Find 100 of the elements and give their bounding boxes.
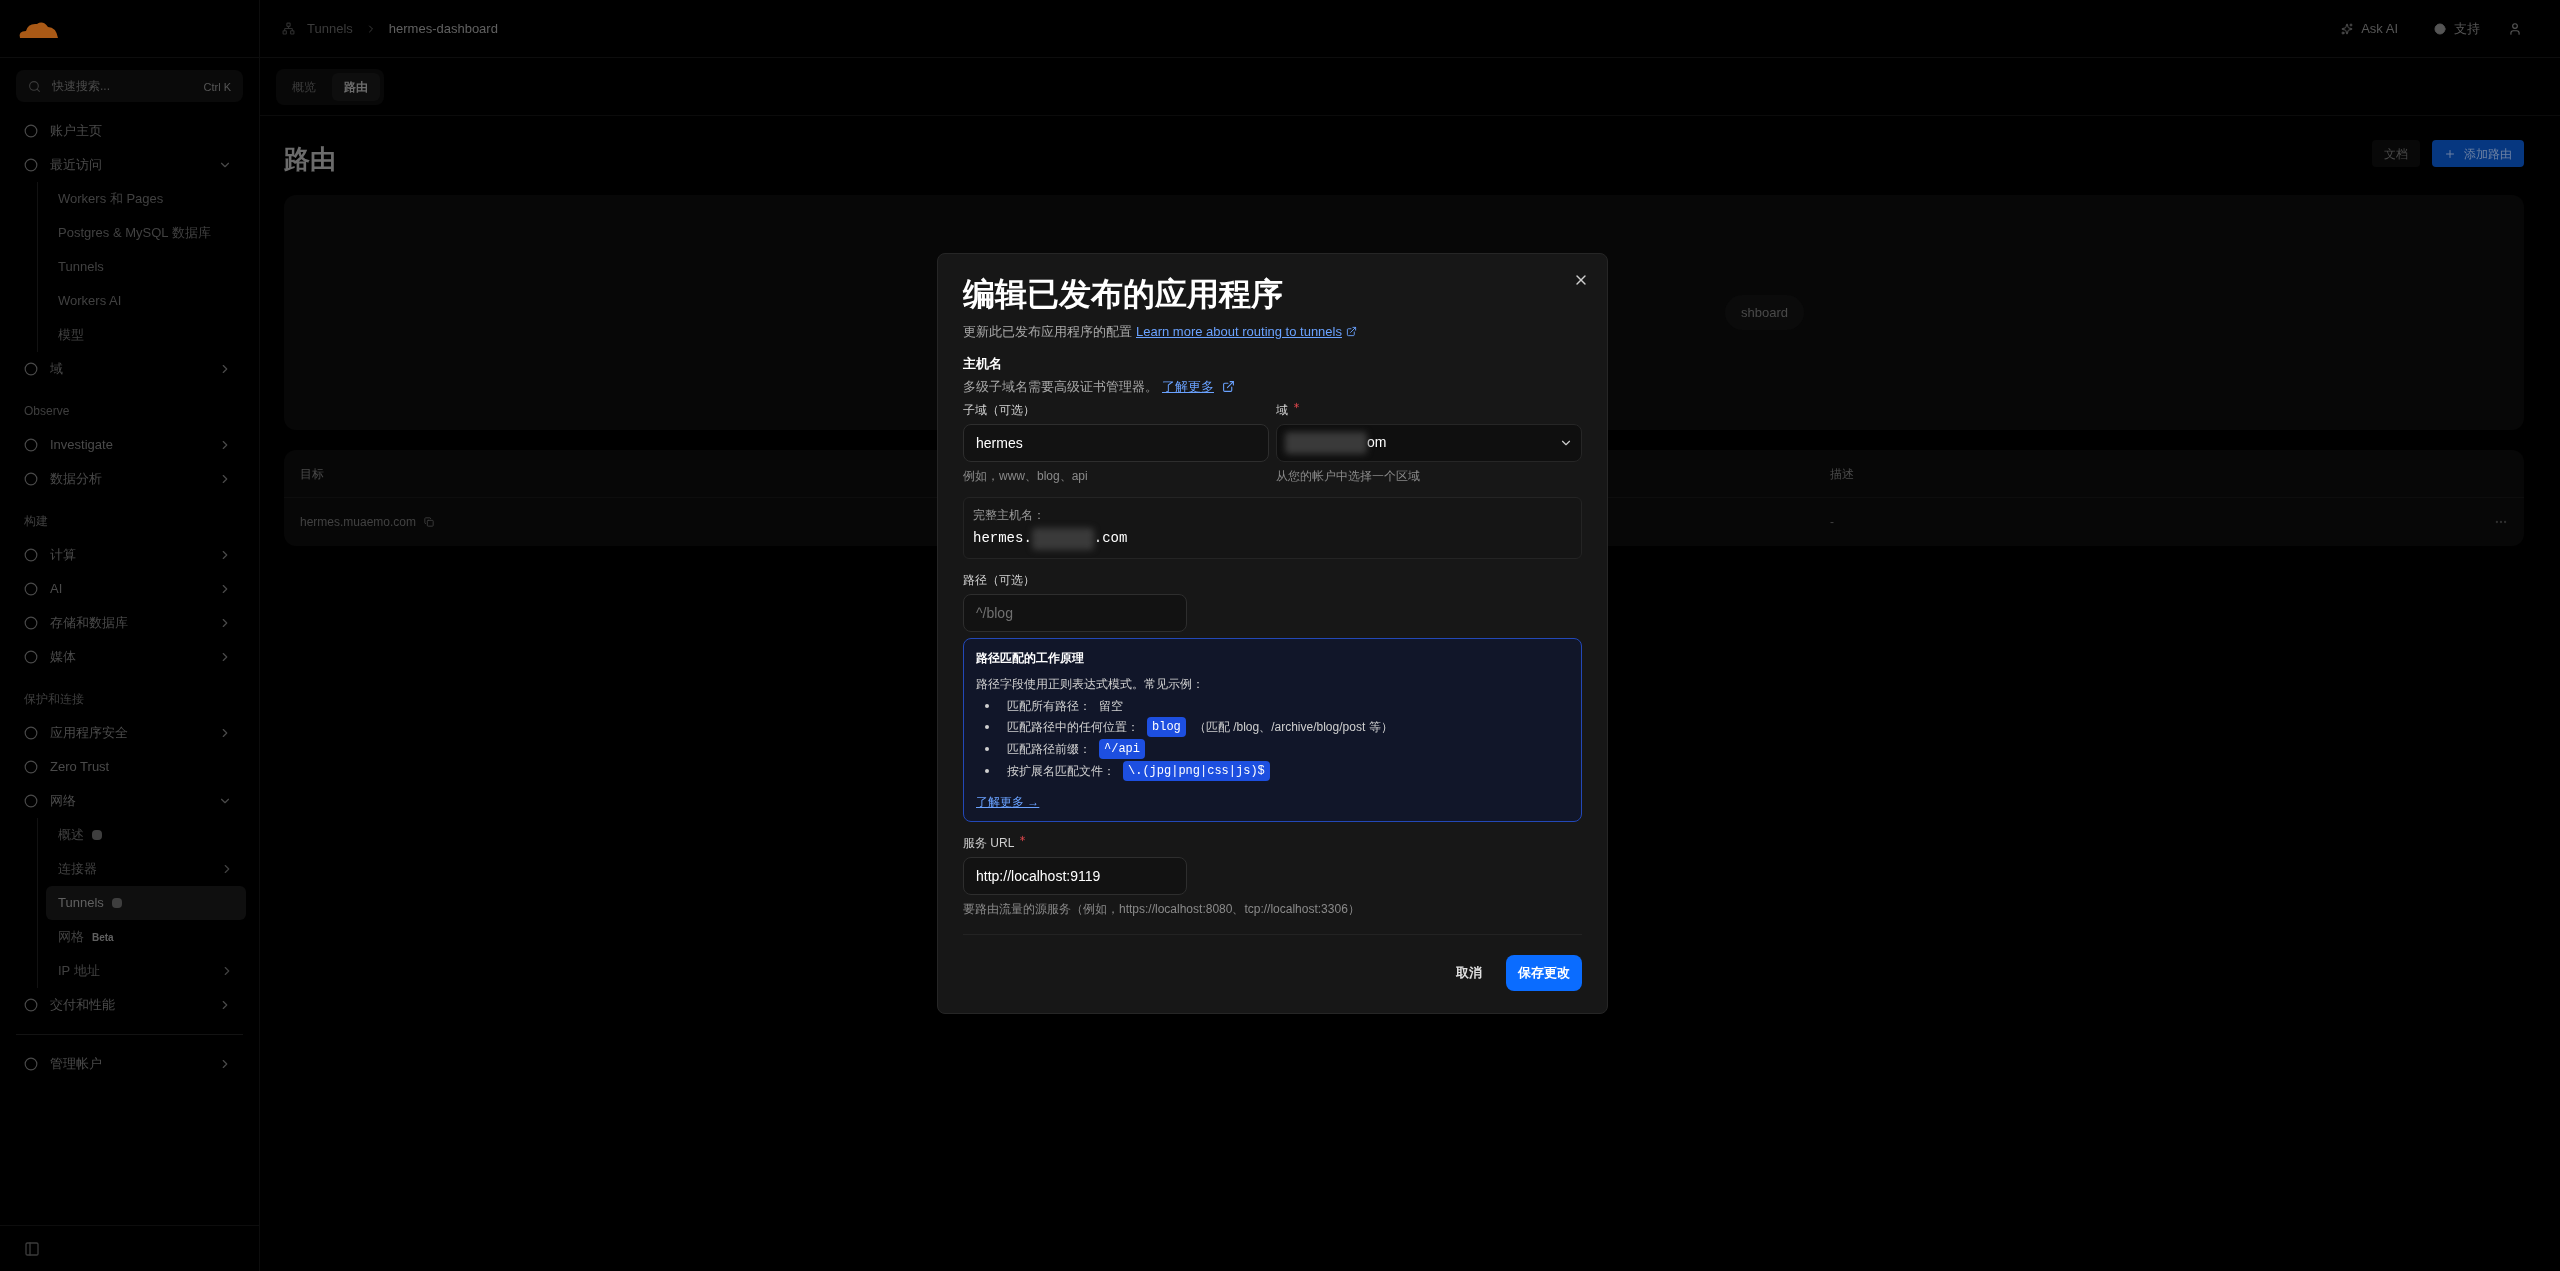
field-label: 路径（可选） — [963, 571, 1035, 589]
column-header: 描述 — [1830, 465, 1854, 483]
sidebar-subitem[interactable]: Tunnels — [46, 886, 246, 920]
cancel-button[interactable]: 取消 — [1448, 954, 1490, 991]
column-header: 目标 — [300, 466, 324, 481]
full-hostname-label: 完整主机名： — [973, 506, 1045, 524]
field-hint: 从您的帐户中选择一个区域 — [1276, 467, 1420, 485]
section-label: Observe — [23, 403, 71, 420]
info-item: 按扩展名匹配文件： — [1007, 762, 1115, 780]
service-url-field[interactable]: http://localhost:9119 — [963, 856, 1187, 895]
sidebar-item[interactable]: 域 — [12, 352, 244, 386]
hostname-note: 多级子域名需要高级证书管理器。 — [963, 378, 1158, 396]
bullet-icon — [985, 703, 989, 708]
sidebar-subitem[interactable]: Workers AI — [46, 284, 246, 318]
nav-icon — [24, 794, 38, 808]
sidebar-subitem[interactable]: 连接器 — [46, 852, 246, 886]
sidebar-subitem[interactable]: Postgres & MySQL 数据库 — [46, 216, 246, 250]
dialog-subtitle: 更新此已发布应用程序的配置 — [963, 323, 1132, 341]
sidebar-subitem[interactable]: 网格 Beta — [46, 920, 246, 954]
bullet-icon — [985, 724, 989, 729]
sidebar-item[interactable]: 最近访问 — [12, 148, 244, 182]
sidebar-item[interactable]: 数据分析 — [12, 462, 244, 496]
info-item-note: 留空 — [1099, 697, 1123, 715]
sidebar-item[interactable]: 网络 — [12, 784, 244, 818]
external-link-icon — [1222, 380, 1235, 394]
sidebar-item[interactable]: 应用程序安全 — [12, 716, 244, 750]
field-hint: 要路由流量的源服务（例如，https://localhost:8080、tcp://localhost:3306） — [963, 900, 1360, 918]
info-item: 匹配路径前缀： — [1007, 740, 1091, 758]
nav-icon — [24, 438, 38, 452]
sidebar-item[interactable]: 账户主页 — [12, 114, 244, 148]
info-item: 匹配所有路径： — [1007, 697, 1091, 715]
field-label: 子域（可选） — [963, 401, 1035, 419]
breadcrumb-current: hermes-dashboard — [388, 19, 498, 38]
tunnel-icon — [282, 22, 295, 35]
external-link-icon — [1345, 326, 1357, 338]
code-snippet: blog — [1147, 716, 1186, 737]
support-button[interactable]: 支持 — [2418, 18, 2496, 39]
nav-icon — [24, 760, 38, 774]
code-snippet: ^/api — [1099, 738, 1145, 759]
sidebar-item[interactable]: AI — [12, 572, 244, 606]
search-icon — [28, 80, 41, 93]
ask-ai-button[interactable]: Ask AI — [2333, 18, 2406, 39]
learn-more-link[interactable]: Learn more about routing to tunnels — [1136, 322, 1342, 342]
nav-icon — [24, 650, 38, 664]
nav-icon — [24, 616, 38, 630]
table-cell-text: hermes.muaemo.com — [300, 514, 417, 531]
sidebar-subitem[interactable]: Workers 和 Pages — [46, 182, 246, 216]
sidebar-subitem[interactable]: IP 地址 — [46, 954, 246, 988]
code-snippet: \.(jpg|png|css|js)$ — [1123, 760, 1270, 781]
save-button[interactable]: 保存更改 — [1506, 954, 1582, 991]
help-icon — [2434, 22, 2446, 35]
sidebar-item[interactable]: 交付和性能 — [12, 988, 244, 1022]
user-icon[interactable] — [2508, 21, 2522, 36]
nav-icon — [24, 158, 38, 172]
shortcut-hint: Ctrl K — [203, 80, 231, 95]
nav-icon — [24, 726, 38, 740]
page-title: 路由 — [284, 143, 336, 176]
dialog-title: 编辑已发布的应用程序 — [963, 275, 1284, 314]
nav-icon — [24, 1057, 38, 1071]
bullet-icon — [985, 746, 989, 751]
nav-icon — [24, 582, 38, 596]
info-item-note: （匹配 /blog、/archive/blog/post 等） — [1193, 718, 1393, 736]
section-label: 构建 — [23, 513, 49, 530]
learn-more-link[interactable]: 了解更多 → — [976, 792, 1040, 811]
redaction-blur — [1031, 527, 1094, 550]
copy-icon[interactable] — [424, 517, 435, 527]
section-label: 保护和连接 — [23, 691, 85, 708]
domain-select[interactable]: om — [1276, 423, 1582, 462]
sparkle-icon — [2341, 22, 2354, 35]
info-title: 路径匹配的工作原理 — [976, 649, 1084, 667]
learn-more-link[interactable]: 了解更多 — [1162, 377, 1214, 397]
sidebar-subitem[interactable]: 模型 — [46, 318, 246, 352]
sidebar-item[interactable]: Zero Trust — [12, 750, 244, 784]
field-hint: 例如，www、blog、api — [963, 467, 1088, 485]
sidebar-subitem[interactable]: Tunnels — [46, 250, 246, 284]
sidebar-item[interactable]: 管理帐户 — [12, 1047, 244, 1081]
tab[interactable]: 路由 — [332, 72, 380, 101]
panel-toggle-icon[interactable] — [24, 1240, 40, 1257]
bullet-icon — [985, 768, 989, 773]
beta-label: Beta — [92, 930, 114, 945]
field-label: 服务 URL — [963, 833, 1028, 852]
sidebar-item[interactable]: 存储和数据库 — [12, 606, 244, 640]
path-field[interactable]: ^/blog — [963, 593, 1187, 632]
nav-icon — [24, 548, 38, 562]
breadcrumb-link[interactable]: Tunnels — [307, 18, 353, 39]
section-heading: 主机名 — [963, 354, 1002, 373]
nav-icon — [24, 124, 38, 138]
subdomain-field[interactable]: hermes — [963, 423, 1269, 462]
info-item: 匹配路径中的任何位置： — [1007, 718, 1139, 736]
field-label: 域 — [1276, 400, 1301, 419]
diagram-node: shboard — [1725, 294, 1804, 331]
sidebar-item[interactable]: 媒体 — [12, 640, 244, 674]
sidebar-item[interactable]: Investigate — [12, 428, 244, 462]
nav-icon — [24, 362, 38, 376]
sidebar-item[interactable]: 计算 — [12, 538, 244, 572]
nav-icon — [24, 998, 38, 1012]
add-route-button[interactable]: 添加路由 — [2432, 140, 2524, 167]
sidebar-subitem[interactable]: 概述 — [46, 818, 246, 852]
docs-button[interactable]: 文档 — [2372, 140, 2420, 167]
plus-icon — [2444, 147, 2456, 160]
